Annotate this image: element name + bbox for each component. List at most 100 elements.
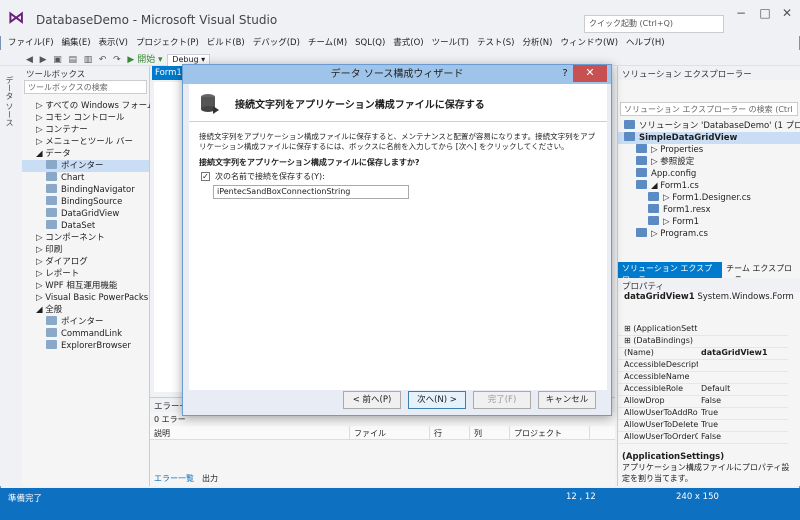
- quick-launch-input[interactable]: クイック起動 (Ctrl+Q): [584, 15, 724, 33]
- menu-item[interactable]: 編集(E): [62, 36, 91, 48]
- pointer-icon: [46, 160, 57, 169]
- status-bar: 準備完了 12 , 12 240 x 150: [0, 488, 800, 520]
- properties-object-selector[interactable]: dataGridView1 System.Windows.Form: [624, 292, 794, 302]
- menu-item[interactable]: プロジェクト(P): [136, 36, 199, 48]
- error-list-column-header[interactable]: 列: [470, 426, 510, 439]
- toolbox-item[interactable]: BindingNavigator: [22, 184, 149, 196]
- menu-item[interactable]: ウィンドウ(W): [560, 36, 618, 48]
- toolbox-item-label: ▷ ダイアログ: [36, 257, 88, 267]
- property-row[interactable]: AllowUserToOrderColumnsFalse: [618, 432, 788, 444]
- property-row[interactable]: ⊞ (DataBindings): [618, 336, 788, 348]
- error-list-column-header[interactable]: プロジェクト: [510, 426, 590, 439]
- menu-item[interactable]: 分析(N): [522, 36, 552, 48]
- property-value: [698, 324, 701, 335]
- toolbox-item[interactable]: ▷ 印刷: [22, 244, 149, 256]
- datagridview-icon: [46, 208, 57, 217]
- property-row[interactable]: AllowUserToDeleteRowsTrue: [618, 420, 788, 432]
- menu-item[interactable]: ビルド(B): [207, 36, 245, 48]
- forward-icon[interactable]: ▶: [40, 55, 47, 65]
- next-button[interactable]: 次へ(N) >: [408, 391, 466, 409]
- toolbox-item[interactable]: ▷ ダイアログ: [22, 256, 149, 268]
- solution-item[interactable]: Form1.resx: [618, 204, 800, 216]
- connection-name-input[interactable]: iPentecSandBoxConnectionString: [213, 185, 409, 199]
- error-list-column-header[interactable]: 説明: [150, 426, 350, 439]
- minimize-button[interactable]: −: [728, 4, 754, 22]
- toolbox-item[interactable]: ▷ レポート: [22, 268, 149, 280]
- property-name: AllowUserToAddRows: [624, 408, 698, 417]
- solution-item[interactable]: ▷ Form1.Designer.cs: [618, 192, 800, 204]
- menu-item[interactable]: テスト(S): [477, 36, 515, 48]
- solution-search-input[interactable]: ソリューション エクスプローラー の検索 (Ctrl: [620, 102, 798, 116]
- menu-item[interactable]: 表示(V): [99, 36, 128, 48]
- back-icon[interactable]: ◀: [26, 55, 33, 65]
- toolbox-item[interactable]: ▷ コンポーネント: [22, 232, 149, 244]
- toolbox-item[interactable]: ▷ コンテナー: [22, 124, 149, 136]
- solution-item[interactable]: ▷ Form1: [618, 216, 800, 228]
- toolbox-item[interactable]: ▷ WPF 相互運用機能: [22, 280, 149, 292]
- menu-item[interactable]: SQL(Q): [355, 38, 385, 48]
- data-sources-side-tab[interactable]: データ ソース: [0, 66, 22, 486]
- toolbox-item[interactable]: ポインター: [22, 160, 149, 172]
- cursor-position: 12 , 12: [566, 492, 596, 502]
- error-list-tab[interactable]: エラー一覧: [150, 473, 198, 484]
- solution-item[interactable]: App.config: [618, 168, 800, 180]
- dialog-help-button[interactable]: ?: [557, 65, 573, 82]
- menu-item[interactable]: ツール(T): [432, 36, 469, 48]
- menu-item[interactable]: デバッグ(D): [253, 36, 300, 48]
- save-connection-checkbox[interactable]: ✓: [201, 172, 210, 181]
- solution-item-label: ▷ Form1: [663, 217, 700, 227]
- property-row[interactable]: ⊞ (ApplicationSettings): [618, 324, 788, 336]
- toolbox-item[interactable]: ▷ すべての Windows フォーム: [22, 100, 155, 112]
- toolbox-item[interactable]: DataSet: [22, 220, 149, 232]
- property-name: (Name): [624, 348, 654, 357]
- toolbox-item[interactable]: ExplorerBrowser: [22, 340, 149, 352]
- error-list-column-header[interactable]: 行: [430, 426, 470, 439]
- undo-icon[interactable]: ↶: [99, 55, 107, 65]
- property-row[interactable]: (Name) dataGridView1: [618, 348, 788, 360]
- toolbox-item[interactable]: ▷ メニューとツール バー: [22, 136, 149, 148]
- property-row[interactable]: AccessibleDescription: [618, 360, 788, 372]
- close-button[interactable]: ✕: [774, 4, 800, 22]
- property-row[interactable]: AccessibleRole Default: [618, 384, 788, 396]
- open-icon[interactable]: ▤: [68, 55, 77, 65]
- toolbox-item[interactable]: Chart: [22, 172, 149, 184]
- solution-item[interactable]: ▷ 参照設定: [618, 156, 800, 168]
- error-list-column-header[interactable]: ファイル: [350, 426, 430, 439]
- toolbox-item[interactable]: ▷ Visual Basic PowerPacks: [22, 292, 149, 304]
- property-value: False: [701, 396, 722, 405]
- dialog-title: データ ソース構成ウィザード: [183, 65, 611, 84]
- menu-item[interactable]: チーム(M): [308, 36, 347, 48]
- toolbox-item[interactable]: DataGridView: [22, 208, 149, 220]
- toolbox-item[interactable]: ◢ データ: [22, 148, 149, 160]
- error-list-tab[interactable]: 出力: [198, 473, 222, 484]
- cancel-button[interactable]: キャンセル: [538, 391, 596, 409]
- start-button[interactable]: ▶ 開始 ▾: [127, 52, 162, 65]
- database-icon: [199, 92, 221, 114]
- property-row[interactable]: AccessibleName: [618, 372, 788, 384]
- property-row[interactable]: AllowDrop False: [618, 396, 788, 408]
- toolbox-item[interactable]: ポインター: [22, 316, 149, 328]
- dialog-close-button[interactable]: ✕: [573, 65, 607, 82]
- menu-item[interactable]: 書式(O): [393, 36, 423, 48]
- toolbox-item[interactable]: BindingSource: [22, 196, 149, 208]
- dialog-heading: 接続文字列をアプリケーション構成ファイルに保存する: [235, 100, 485, 111]
- toolbox-title: ツールボックス: [22, 66, 149, 80]
- solution-item[interactable]: ◢ Form1.cs: [618, 180, 800, 192]
- toolbox-item[interactable]: ▷ コモン コントロール: [22, 112, 149, 124]
- property-row[interactable]: AllowUserToAddRowsTrue: [618, 408, 788, 420]
- solution-item[interactable]: SimpleDataGridView: [618, 132, 800, 144]
- toolbox-item-label: ▷ コンポーネント: [36, 233, 105, 243]
- toolbox-item[interactable]: CommandLink: [22, 328, 149, 340]
- menu-item[interactable]: ヘルプ(H): [626, 36, 665, 48]
- redo-icon[interactable]: ↷: [113, 55, 121, 65]
- solution-item[interactable]: ▷ Program.cs: [618, 228, 800, 240]
- menu-item[interactable]: ファイル(F): [8, 36, 54, 48]
- toolbox-item[interactable]: ◢ 全般: [22, 304, 149, 316]
- save-icon[interactable]: ▥: [84, 55, 93, 65]
- back-button[interactable]: < 前へ(P): [343, 391, 401, 409]
- new-project-icon[interactable]: ▣: [53, 55, 62, 65]
- toolbox-item-label: ▷ 印刷: [36, 245, 63, 255]
- solution-item[interactable]: ソリューション 'DatabaseDemo' (1 プロジェクト): [618, 120, 800, 132]
- toolbox-search-input[interactable]: ツールボックスの検索: [24, 80, 147, 94]
- solution-item[interactable]: ▷ Properties: [618, 144, 800, 156]
